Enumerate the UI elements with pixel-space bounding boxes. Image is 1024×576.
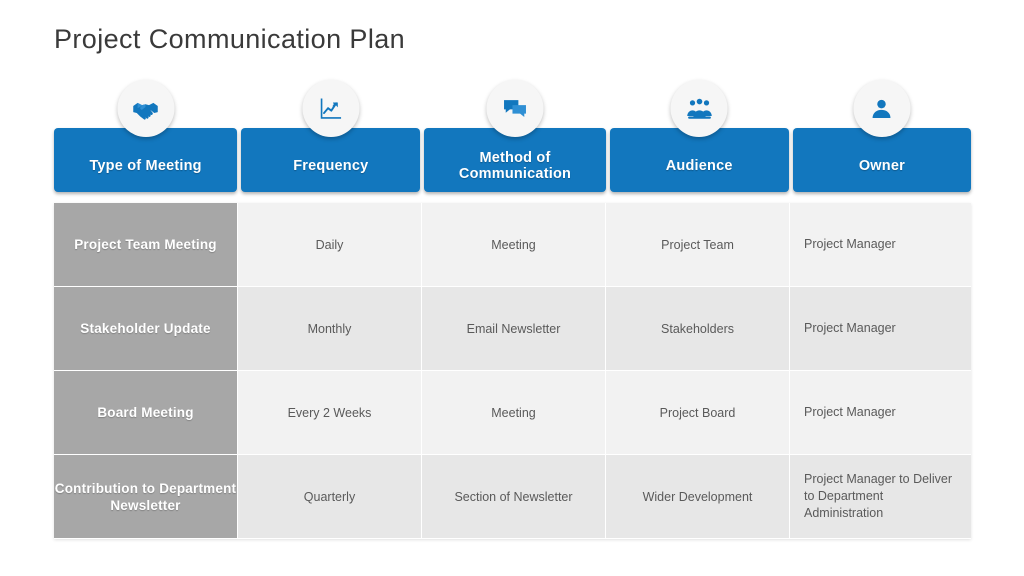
column-header-type-of-meeting[interactable]: Type of Meeting	[54, 80, 238, 192]
column-header-owner[interactable]: Owner	[792, 80, 971, 192]
cell-type-of-meeting: Contribution to Department Newsletter	[54, 455, 238, 539]
person-icon	[853, 80, 911, 137]
cell-owner: Project Manager	[790, 203, 971, 287]
column-header-frequency[interactable]: Frequency	[241, 80, 421, 192]
cell-type-of-meeting: Stakeholder Update	[54, 287, 238, 371]
column-header-label: Method of Communication	[459, 138, 571, 182]
cell-type-of-meeting: Board Meeting	[54, 371, 238, 455]
cell-owner: Project Manager	[790, 371, 971, 455]
table-row[interactable]: Board Meeting Every 2 Weeks Meeting Proj…	[54, 371, 971, 455]
line-chart-icon	[302, 80, 360, 137]
people-group-icon	[670, 80, 728, 137]
table-row[interactable]: Stakeholder Update Monthly Email Newslet…	[54, 287, 971, 371]
cell-method: Section of Newsletter	[422, 455, 606, 539]
cell-owner: Project Manager to Deliver to Department…	[790, 455, 971, 539]
cell-method: Meeting	[422, 203, 606, 287]
table-header-row: Type of Meeting Frequency Method of Comm…	[54, 80, 971, 192]
page-title: Project Communication Plan	[54, 24, 406, 54]
cell-frequency: Monthly	[238, 287, 422, 371]
cell-type-of-meeting: Project Team Meeting	[54, 203, 238, 287]
handshake-icon	[117, 80, 175, 137]
cell-method: Meeting	[422, 371, 606, 455]
column-header-label-line2: Communication	[458, 166, 572, 182]
cell-audience: Project Board	[606, 371, 790, 455]
cell-owner: Project Manager	[790, 287, 971, 371]
column-header-label: Owner	[858, 158, 905, 174]
speech-bubbles-icon	[486, 80, 544, 137]
cell-audience: Stakeholders	[606, 287, 790, 371]
slide-canvas: Project Communication Plan Type of Meeti…	[0, 0, 1024, 576]
column-header-label: Type of Meeting	[89, 158, 202, 174]
cell-frequency: Quarterly	[238, 455, 422, 539]
cell-frequency: Daily	[238, 203, 422, 287]
cell-audience: Wider Development	[606, 455, 790, 539]
table-row[interactable]: Contribution to Department Newsletter Qu…	[54, 455, 971, 539]
column-header-audience[interactable]: Audience	[609, 80, 789, 192]
table-row[interactable]: Project Team Meeting Daily Meeting Proje…	[54, 203, 971, 287]
communication-plan-table: Project Team Meeting Daily Meeting Proje…	[54, 203, 971, 539]
cell-method: Email Newsletter	[422, 287, 606, 371]
column-header-label: Frequency	[293, 158, 369, 174]
column-header-method-of-communication[interactable]: Method of Communication	[424, 80, 606, 192]
column-header-label: Audience	[665, 158, 733, 174]
cell-frequency: Every 2 Weeks	[238, 371, 422, 455]
column-header-label-line1: Method of	[479, 150, 551, 166]
cell-audience: Project Team	[606, 203, 790, 287]
